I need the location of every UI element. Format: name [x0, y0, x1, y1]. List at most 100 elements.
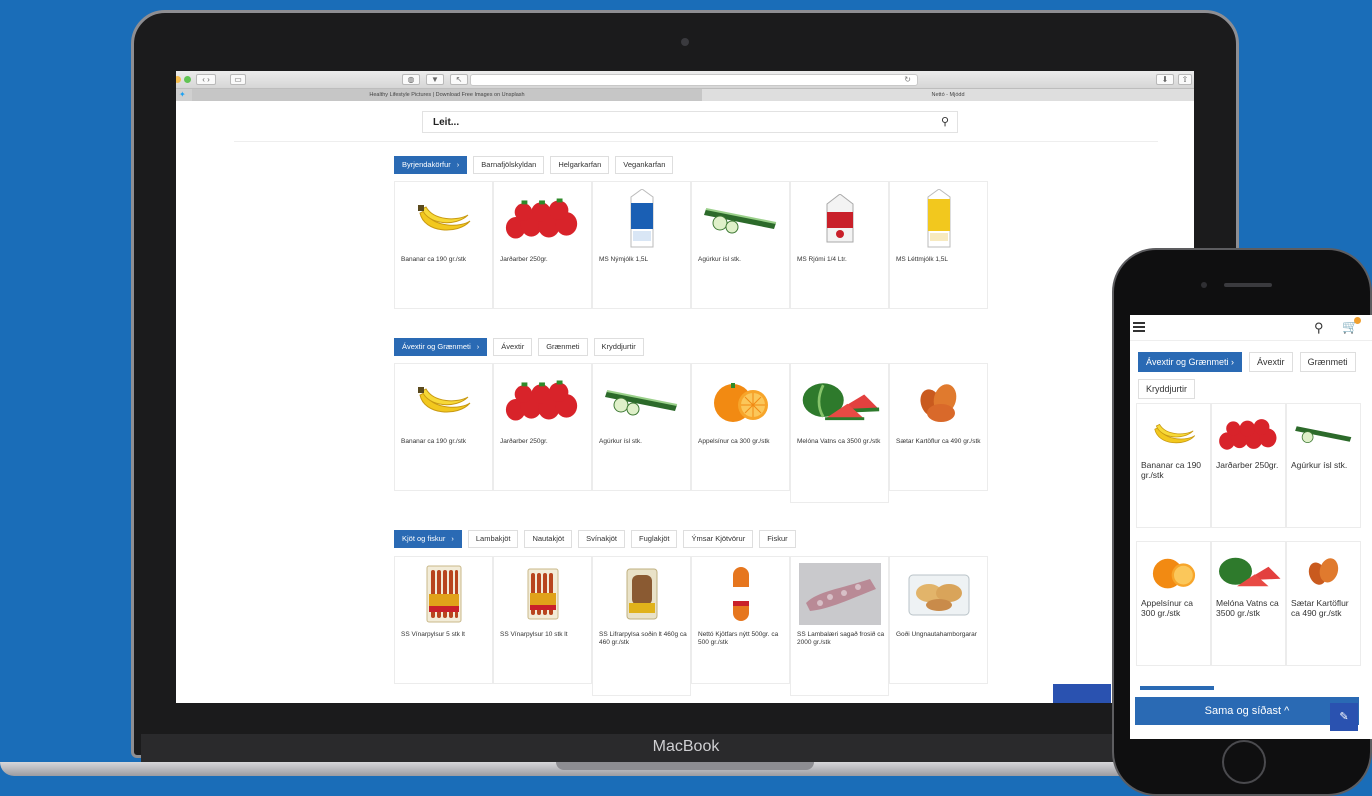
tab-label: Ávextir og Grænmeti: [402, 342, 471, 351]
watermelon-icon: [799, 370, 881, 432]
reorder-button[interactable]: Sama og síðast ^: [1135, 697, 1359, 725]
browser-tabs: ✦ Healthy Lifestyle Pictures | Download …: [176, 89, 1194, 101]
liver-sausage-icon: [601, 563, 683, 625]
chevron-right-icon: ›: [456, 160, 460, 169]
laptop-camera: [681, 38, 689, 46]
phone-camera: [1201, 282, 1207, 288]
tab-fuglakjot[interactable]: Fuglakjöt: [631, 530, 678, 548]
window-minimize-button[interactable]: [176, 76, 181, 83]
sidebar-icon[interactable]: ▭: [230, 74, 246, 85]
product-card[interactable]: Bananar ca 190 gr./stk: [394, 363, 493, 491]
product-name: Nettó Kjötfars nýtt 500gr. ca 500 gr./st…: [698, 631, 779, 646]
tab-kjot-og-fiskur[interactable]: Kjöt og fiskur ›: [394, 530, 462, 548]
tab-graenmeti[interactable]: Grænmeti: [538, 338, 588, 356]
window-zoom-button[interactable]: [184, 76, 191, 83]
tab-ymsar-kjotvorur[interactable]: Ýmsar Kjötvörur: [683, 530, 754, 548]
strawberry-icon: [502, 370, 584, 432]
product-card[interactable]: SS Vínarpylsur 5 stk lt: [394, 556, 493, 684]
tab-svinakjot[interactable]: Svínakjöt: [578, 530, 626, 548]
product-card[interactable]: Appelsínur ca 300 gr./stk: [1136, 541, 1211, 666]
phone-home-button[interactable]: [1222, 740, 1266, 784]
phone-product-row-1: Bananar ca 190 gr./stk Jarðarber 250gr. …: [1136, 403, 1362, 528]
product-card[interactable]: Goði Ungnautahamborgarar: [889, 556, 988, 684]
reload-icon[interactable]: ↻: [904, 75, 911, 84]
banana-icon: [1141, 408, 1207, 460]
tab-graenmeti[interactable]: Grænmeti: [1299, 352, 1356, 372]
search-icon[interactable]: ⚲: [1314, 320, 1324, 336]
product-card[interactable]: Agúrkur ísl stk.: [691, 181, 790, 309]
product-card[interactable]: SS Vínarpylsur 10 stk lt: [493, 556, 592, 684]
product-card[interactable]: Jarðarber 250gr.: [493, 181, 592, 309]
product-name: MS Nýmjólk 1,5L: [599, 256, 649, 263]
tab-avextir-og-graenmeti[interactable]: Ávextir og Grænmeti ›: [394, 338, 488, 356]
laptop-base-notch: [556, 762, 814, 770]
product-name: Goði Ungnautahamborgarar: [896, 631, 977, 638]
product-card[interactable]: Bananar ca 190 gr./stk: [394, 181, 493, 309]
share-icon[interactable]: ⇧: [1178, 74, 1192, 85]
tab-byrjendakorfur[interactable]: Byrjendakörfur ›: [394, 156, 468, 174]
menu-icon[interactable]: [1133, 322, 1145, 332]
chat-icon[interactable]: ✎: [1330, 703, 1358, 731]
product-card[interactable]: Agúrkur ísl stk.: [592, 363, 691, 491]
back-forward-buttons[interactable]: ‹ ›: [196, 74, 216, 85]
download-icon[interactable]: ⬇: [1156, 74, 1174, 85]
next-section-tab: [1140, 686, 1214, 690]
product-name: Melóna Vatns ca 3500 gr./stk: [1216, 598, 1279, 618]
search-icon[interactable]: ⚲: [941, 115, 949, 128]
product-card[interactable]: SS Lambalæri sagað frosið ca 2000 gr./st…: [790, 556, 889, 696]
product-card[interactable]: Melóna Vatns ca 3500 gr./stk: [790, 363, 889, 503]
tab-avextir[interactable]: Ávextir: [1249, 352, 1293, 372]
product-name: Sætar Kartöflur ca 490 gr./stk: [896, 438, 981, 445]
phone-product-row-2: Appelsínur ca 300 gr./stk Melóna Vatns c…: [1136, 541, 1362, 666]
chevron-right-icon: ›: [476, 342, 480, 351]
sweet-potato-icon: [898, 370, 980, 432]
orange-icon: [1141, 546, 1207, 598]
product-card[interactable]: Bananar ca 190 gr./stk: [1136, 403, 1211, 528]
product-name: Bananar ca 190 gr./stk: [1141, 460, 1202, 480]
product-card[interactable]: Jarðarber 250gr.: [493, 363, 592, 491]
product-card[interactable]: MS Léttmjólk 1,5L: [889, 181, 988, 309]
product-card[interactable]: MS Rjómi 1/4 Ltr.: [790, 181, 889, 309]
product-card[interactable]: Sætar Kartöflur ca 490 gr./stk: [1286, 541, 1361, 666]
cucumber-icon: [1291, 408, 1357, 460]
burger-pack-icon: [898, 563, 980, 625]
cursor-icon[interactable]: ↖: [450, 74, 468, 85]
tab-avextir-og-graenmeti[interactable]: Ávextir og Grænmeti ›: [1138, 352, 1243, 372]
browser-tab-active[interactable]: Nettó - Mjódd: [702, 89, 1194, 101]
product-card[interactable]: Nettó Kjötfars nýtt 500gr. ca 500 gr./st…: [691, 556, 790, 684]
product-card[interactable]: Agúrkur ísl stk.: [1286, 403, 1361, 528]
product-card[interactable]: SS Lifrarpylsa soðin lt 460g ca 460 gr./…: [592, 556, 691, 696]
product-card[interactable]: Jarðarber 250gr.: [1211, 403, 1286, 528]
search-input[interactable]: [431, 112, 911, 133]
tab-lambakjot[interactable]: Lambakjöt: [467, 530, 519, 548]
product-name: MS Léttmjólk 1,5L: [896, 256, 949, 263]
tab-kryddjurtir[interactable]: Kryddjurtir: [1138, 379, 1196, 399]
product-name: SS Vínarpylsur 10 stk lt: [500, 631, 568, 638]
tab-fiskur[interactable]: Fiskur: [759, 530, 796, 548]
product-name: Bananar ca 190 gr./stk: [401, 256, 467, 263]
product-name: Appelsínur ca 300 gr./stk: [698, 438, 770, 445]
tab-barnafjolskyldan[interactable]: Barnafjölskyldan: [473, 156, 545, 174]
product-card[interactable]: Melóna Vatns ca 3500 gr./stk: [1211, 541, 1286, 666]
extension-icon[interactable]: ▼: [426, 74, 444, 85]
reader-icon[interactable]: ◍: [402, 74, 420, 85]
twitter-icon[interactable]: ✦: [179, 90, 186, 99]
milk-carton-yellow-icon: [898, 188, 980, 250]
product-card[interactable]: MS Nýmjólk 1,5L: [592, 181, 691, 309]
browser-tab[interactable]: Healthy Lifestyle Pictures | Download Fr…: [192, 89, 702, 101]
tab-nautakjot[interactable]: Nautakjöt: [524, 530, 573, 548]
laptop-screen: ‹ › ▭ ◍ ▼ ↖ ↻ ⬇ ⇧ ✦ Healthy Lifestyle Pi…: [176, 71, 1194, 703]
product-name: Sætar Kartöflur ca 490 gr./stk: [1291, 598, 1349, 618]
tab-vegankarfan[interactable]: Vegankarfan: [615, 156, 674, 174]
sweet-potato-icon: [1291, 546, 1357, 598]
product-card[interactable]: Sætar Kartöflur ca 490 gr./stk: [889, 363, 988, 491]
tab-helgarkarfan[interactable]: Helgarkarfan: [550, 156, 610, 174]
address-bar[interactable]: ↻: [470, 74, 918, 86]
category-tabs-2: Ávextir og Grænmeti › Ávextir Grænmeti Kr…: [394, 338, 644, 356]
tab-kryddjurtir[interactable]: Kryddjurtir: [593, 338, 644, 356]
tab-avextir[interactable]: Ávextir: [493, 338, 533, 356]
product-name: Agúrkur ísl stk.: [1291, 460, 1348, 470]
product-name: SS Lambalæri sagað frosið ca 2000 gr./st…: [797, 631, 885, 646]
product-card[interactable]: Appelsínur ca 300 gr./stk: [691, 363, 790, 491]
cucumber-icon: [601, 370, 683, 432]
